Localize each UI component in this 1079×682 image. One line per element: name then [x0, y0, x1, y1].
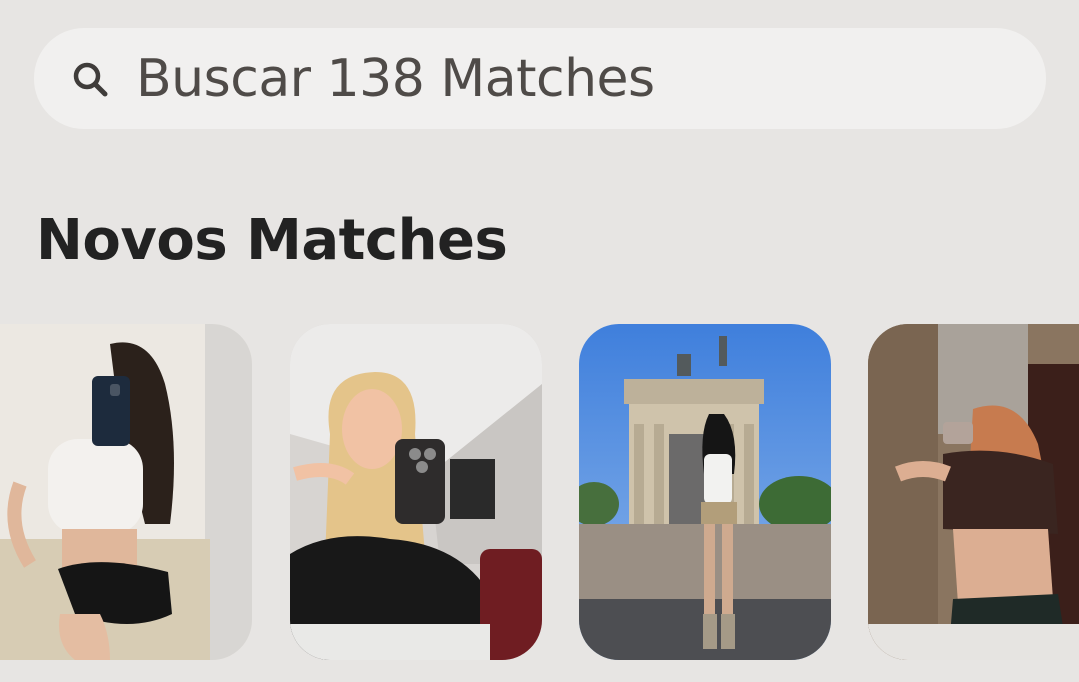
new-matches-row[interactable] — [0, 324, 1079, 660]
search-icon — [73, 62, 108, 96]
section-title: Novos Matches — [36, 208, 508, 273]
match-card-3[interactable] — [579, 324, 831, 660]
match-photo-4 — [868, 324, 1079, 660]
match-card-1[interactable] — [0, 324, 252, 660]
search-bar[interactable]: Buscar 138 Matches — [34, 28, 1046, 129]
match-photo-3 — [579, 324, 831, 660]
match-card-4[interactable] — [868, 324, 1079, 660]
match-photo-2 — [290, 324, 542, 660]
match-card-2[interactable] — [290, 324, 542, 660]
search-input[interactable]: Buscar 138 Matches — [136, 49, 655, 109]
match-photo-1 — [0, 324, 252, 660]
